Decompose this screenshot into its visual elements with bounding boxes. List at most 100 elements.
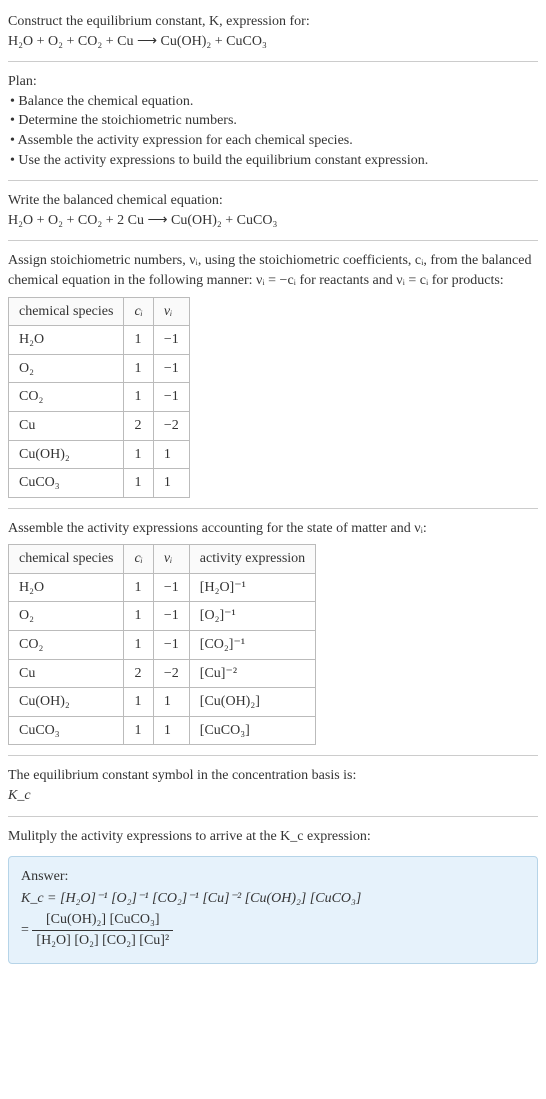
cell-v: 1: [153, 440, 189, 469]
col-expr: activity expression: [189, 545, 315, 574]
cell-v: 1: [153, 469, 189, 498]
cell-c: 1: [124, 383, 153, 412]
kc-symbol-section: The equilibrium constant symbol in the c…: [8, 766, 538, 805]
cell-v: −1: [153, 354, 189, 383]
cell-c: 1: [124, 573, 153, 602]
activity-intro: Assemble the activity expressions accoun…: [8, 519, 538, 539]
kc-symbol: K_c: [8, 786, 538, 806]
answer-line1: K_c = [H₂O]⁻¹ [O₂]⁻¹ [CO₂]⁻¹ [Cu]⁻² [Cu(…: [21, 889, 525, 909]
cell-v: −1: [153, 383, 189, 412]
table-row: CO₂ 1 −1 [CO₂]⁻¹: [9, 631, 316, 660]
cell-c: 2: [124, 659, 153, 688]
col-v: νᵢ: [153, 545, 189, 574]
col-c: cᵢ: [124, 545, 153, 574]
table-row: H₂O 1 −1 [H₂O]⁻¹: [9, 573, 316, 602]
answer-fraction: [Cu(OH)₂] [CuCO₃] [H₂O] [O₂] [CO₂] [Cu]²: [32, 910, 173, 950]
cell-v: −2: [153, 411, 189, 440]
divider: [8, 508, 538, 509]
cell-c: 1: [124, 631, 153, 660]
cell-c: 1: [124, 469, 153, 498]
cell-species: CuCO₃: [9, 469, 124, 498]
equals-sign: =: [21, 923, 32, 938]
cell-species: CO₂: [9, 383, 124, 412]
table-row: CuCO₃ 1 1 [CuCO₃]: [9, 716, 316, 745]
plan-heading: Plan:: [8, 72, 538, 92]
col-c: cᵢ: [124, 297, 153, 326]
cell-c: 1: [124, 354, 153, 383]
table-header-row: chemical species cᵢ νᵢ: [9, 297, 190, 326]
title-text: Construct the equilibrium constant, K, e…: [8, 14, 310, 29]
divider: [8, 755, 538, 756]
cell-c: 2: [124, 411, 153, 440]
cell-species: CuCO₃: [9, 716, 124, 745]
cell-species: Cu: [9, 659, 124, 688]
fraction-numerator: [Cu(OH)₂] [CuCO₃]: [32, 910, 173, 931]
balanced-equation: H₂O + O₂ + CO₂ + 2 Cu ⟶ Cu(OH)₂ + CuCO₃: [8, 211, 538, 231]
cell-species: CO₂: [9, 631, 124, 660]
kc-symbol-line: The equilibrium constant symbol in the c…: [8, 766, 538, 786]
answer-expression: K_c = [H₂O]⁻¹ [O₂]⁻¹ [CO₂]⁻¹ [Cu]⁻² [Cu(…: [21, 891, 361, 906]
plan-section: Plan: Balance the chemical equation. Det…: [8, 72, 538, 170]
table-row: Cu(OH)₂ 1 1: [9, 440, 190, 469]
cell-c: 1: [124, 716, 153, 745]
cell-expr: [Cu]⁻²: [189, 659, 315, 688]
table-row: O₂ 1 −1: [9, 354, 190, 383]
plan-item: Assemble the activity expression for eac…: [10, 131, 538, 151]
cell-expr: [CuCO₃]: [189, 716, 315, 745]
plan-item: Balance the chemical equation.: [10, 92, 538, 112]
cell-c: 1: [124, 688, 153, 717]
problem-statement: Construct the equilibrium constant, K, e…: [8, 12, 538, 51]
cell-expr: [Cu(OH)₂]: [189, 688, 315, 717]
plan-item: Use the activity expressions to build th…: [10, 151, 538, 171]
col-species: chemical species: [9, 297, 124, 326]
stoich-section: Assign stoichiometric numbers, νᵢ, using…: [8, 251, 538, 497]
col-species: chemical species: [9, 545, 124, 574]
divider: [8, 240, 538, 241]
stoich-table: chemical species cᵢ νᵢ H₂O 1 −1 O₂ 1 −1 …: [8, 297, 190, 498]
cell-v: −1: [153, 573, 189, 602]
cell-species: Cu(OH)₂: [9, 688, 124, 717]
table-row: Cu(OH)₂ 1 1 [Cu(OH)₂]: [9, 688, 316, 717]
balanced-heading: Write the balanced chemical equation:: [8, 191, 538, 211]
cell-species: O₂: [9, 602, 124, 631]
cell-species: Cu(OH)₂: [9, 440, 124, 469]
cell-v: −1: [153, 631, 189, 660]
multiply-line: Mulitply the activity expressions to arr…: [8, 827, 538, 847]
cell-species: H₂O: [9, 326, 124, 355]
fraction-denominator: [H₂O] [O₂] [CO₂] [Cu]²: [32, 931, 173, 951]
table-header-row: chemical species cᵢ νᵢ activity expressi…: [9, 545, 316, 574]
table-row: CO₂ 1 −1: [9, 383, 190, 412]
cell-species: O₂: [9, 354, 124, 383]
answer-box: Answer: K_c = [H₂O]⁻¹ [O₂]⁻¹ [CO₂]⁻¹ [Cu…: [8, 856, 538, 963]
divider: [8, 61, 538, 62]
balanced-section: Write the balanced chemical equation: H₂…: [8, 191, 538, 230]
cell-v: 1: [153, 716, 189, 745]
cell-expr: [H₂O]⁻¹: [189, 573, 315, 602]
cell-c: 1: [124, 440, 153, 469]
plan-item: Determine the stoichiometric numbers.: [10, 111, 538, 131]
cell-c: 1: [124, 326, 153, 355]
activity-table: chemical species cᵢ νᵢ activity expressi…: [8, 544, 316, 745]
cell-expr: [CO₂]⁻¹: [189, 631, 315, 660]
table-row: H₂O 1 −1: [9, 326, 190, 355]
cell-v: −2: [153, 659, 189, 688]
multiply-section: Mulitply the activity expressions to arr…: [8, 827, 538, 847]
divider: [8, 816, 538, 817]
table-row: Cu 2 −2 [Cu]⁻²: [9, 659, 316, 688]
divider: [8, 180, 538, 181]
col-v: νᵢ: [153, 297, 189, 326]
cell-v: −1: [153, 602, 189, 631]
plan-list: Balance the chemical equation. Determine…: [8, 92, 538, 170]
cell-v: 1: [153, 688, 189, 717]
problem-title: Construct the equilibrium constant, K, e…: [8, 12, 538, 32]
answer-label: Answer:: [21, 867, 525, 887]
cell-expr: [O₂]⁻¹: [189, 602, 315, 631]
cell-v: −1: [153, 326, 189, 355]
table-row: CuCO₃ 1 1: [9, 469, 190, 498]
cell-species: Cu: [9, 411, 124, 440]
cell-c: 1: [124, 602, 153, 631]
stoich-intro: Assign stoichiometric numbers, νᵢ, using…: [8, 251, 538, 290]
table-row: O₂ 1 −1 [O₂]⁻¹: [9, 602, 316, 631]
answer-line2: = [Cu(OH)₂] [CuCO₃] [H₂O] [O₂] [CO₂] [Cu…: [21, 910, 525, 950]
unbalanced-equation: H₂O + O₂ + CO₂ + Cu ⟶ Cu(OH)₂ + CuCO₃: [8, 32, 538, 52]
